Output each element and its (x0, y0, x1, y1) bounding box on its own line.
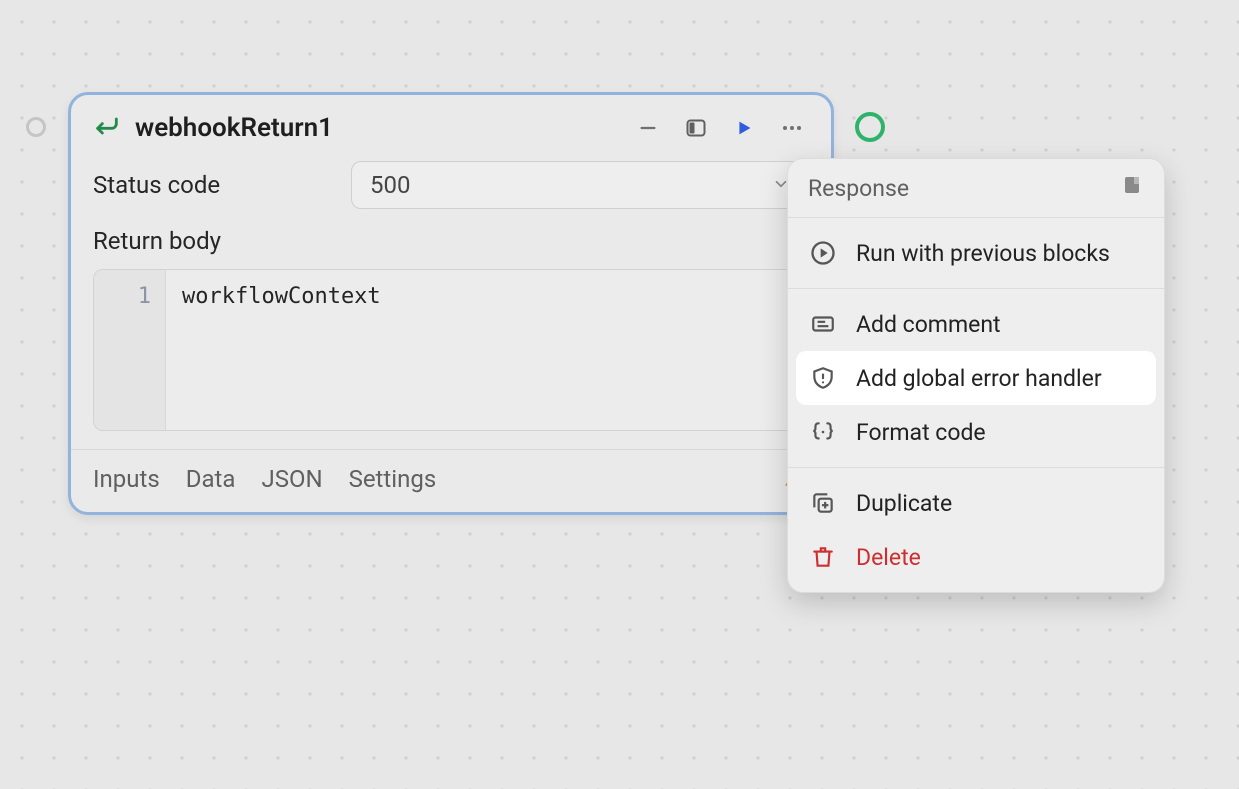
tab-settings[interactable]: Settings (349, 465, 437, 493)
line-number: 1 (94, 284, 151, 309)
menu-title: Response (808, 175, 909, 202)
menu-duplicate[interactable]: Duplicate (796, 476, 1156, 530)
shield-alert-icon (808, 363, 838, 393)
node-output-port[interactable] (855, 112, 885, 142)
node-header: webhookReturn1 (71, 95, 831, 153)
context-menu: Response Run with previous blocks Add co… (787, 158, 1165, 593)
comment-icon (808, 309, 838, 339)
return-body-label: Return body (93, 227, 809, 255)
menu-add-comment[interactable]: Add comment (796, 297, 1156, 351)
code-gutter: 1 (94, 270, 166, 430)
panel-toggle-button[interactable] (679, 111, 713, 145)
menu-header: Response (788, 159, 1164, 218)
menu-add-global-error-handler[interactable]: Add global error handler (796, 351, 1156, 405)
menu-item-label: Add comment (856, 311, 1001, 338)
menu-item-label: Add global error handler (856, 365, 1102, 392)
node-input-port[interactable] (26, 117, 46, 137)
status-code-label: Status code (93, 171, 351, 199)
menu-format-code[interactable]: Format code (796, 405, 1156, 459)
play-circle-icon (808, 238, 838, 268)
menu-item-label: Duplicate (856, 490, 952, 517)
run-button[interactable] (727, 111, 761, 145)
status-code-field: Status code 500 (93, 161, 809, 209)
code-content[interactable]: workflowContext (166, 270, 808, 430)
node-footer: Inputs Data JSON Settings (71, 449, 831, 512)
tab-inputs[interactable]: Inputs (93, 465, 160, 493)
braces-icon (808, 417, 838, 447)
more-options-button[interactable] (775, 111, 809, 145)
code-editor[interactable]: 1 workflowContext (93, 269, 809, 431)
docs-icon[interactable] (1120, 173, 1144, 203)
menu-run-previous[interactable]: Run with previous blocks (796, 226, 1156, 280)
menu-item-label: Run with previous blocks (856, 240, 1110, 267)
node-title[interactable]: webhookReturn1 (135, 113, 617, 143)
status-code-select[interactable]: 500 (351, 161, 809, 209)
menu-item-label: Delete (856, 544, 921, 571)
minimize-button[interactable] (631, 111, 665, 145)
duplicate-icon (808, 488, 838, 518)
node-body: Status code 500 Return body 1 workflowCo… (71, 153, 831, 449)
tab-data[interactable]: Data (186, 465, 236, 493)
tab-json[interactable]: JSON (261, 465, 322, 493)
menu-item-label: Format code (856, 419, 986, 446)
return-arrow-icon (93, 112, 121, 144)
menu-delete[interactable]: Delete (796, 530, 1156, 584)
trash-icon (808, 542, 838, 572)
status-code-value: 500 (370, 171, 410, 199)
workflow-node-card: webhookReturn1 Status code 500 (68, 92, 834, 515)
